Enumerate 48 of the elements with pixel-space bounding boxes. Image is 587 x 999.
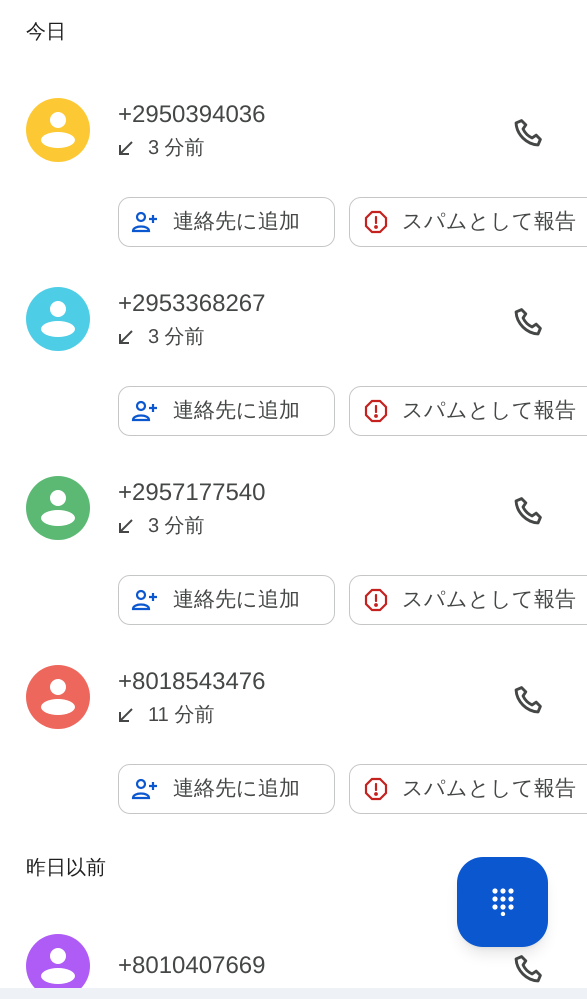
call-button[interactable] [512, 117, 544, 149]
warning-icon [364, 399, 388, 423]
report-spam-button[interactable]: スパムとして報告 [349, 575, 587, 625]
phone-icon [512, 684, 544, 716]
incoming-call-icon [118, 329, 134, 345]
dialpad-icon [492, 888, 514, 916]
incoming-call-icon [118, 518, 134, 534]
phone-number: +2957177540 [118, 478, 266, 508]
person-icon [38, 300, 78, 338]
warning-icon [364, 210, 388, 234]
add-person-icon [131, 589, 159, 611]
add-person-icon [131, 211, 159, 233]
phone-number: +8018543476 [118, 667, 266, 697]
incoming-call-icon [118, 140, 134, 156]
section-header: 今日 [26, 21, 66, 43]
phone-number: +8010407669 [118, 951, 266, 981]
dialpad-button[interactable] [457, 857, 548, 947]
add-contact-button[interactable]: 連絡先に追加 [118, 386, 335, 436]
report-spam-button[interactable]: スパムとして報告 [349, 386, 587, 436]
add-person-icon [131, 778, 159, 800]
warning-icon [364, 588, 388, 612]
call-time: 3 分前 [148, 514, 205, 538]
report-spam-button[interactable]: スパムとして報告 [349, 764, 587, 814]
call-time: 3 分前 [148, 136, 205, 160]
call-button[interactable] [512, 306, 544, 338]
person-icon [38, 678, 78, 716]
add-contact-button[interactable]: 連絡先に追加 [118, 764, 335, 814]
phone-icon [512, 953, 544, 985]
call-button[interactable] [512, 953, 544, 985]
add-contact-button[interactable]: 連絡先に追加 [118, 197, 335, 247]
call-time: 3 分前 [148, 325, 205, 349]
phone-icon [512, 117, 544, 149]
incoming-call-icon [118, 707, 134, 723]
add-contact-button[interactable]: 連絡先に追加 [118, 575, 335, 625]
call-button[interactable] [512, 684, 544, 716]
person-icon [38, 111, 78, 149]
report-spam-button[interactable]: スパムとして報告 [349, 197, 587, 247]
call-time: 11 分前 [148, 703, 214, 727]
phone-number: +2953368267 [118, 289, 266, 319]
add-person-icon [131, 400, 159, 422]
phone-number: +2950394036 [118, 100, 266, 130]
person-icon [38, 947, 78, 985]
person-icon [38, 489, 78, 527]
phone-icon [512, 495, 544, 527]
phone-icon [512, 306, 544, 338]
call-button[interactable] [512, 495, 544, 527]
warning-icon [364, 777, 388, 801]
section-header: 昨日以前 [26, 857, 106, 879]
